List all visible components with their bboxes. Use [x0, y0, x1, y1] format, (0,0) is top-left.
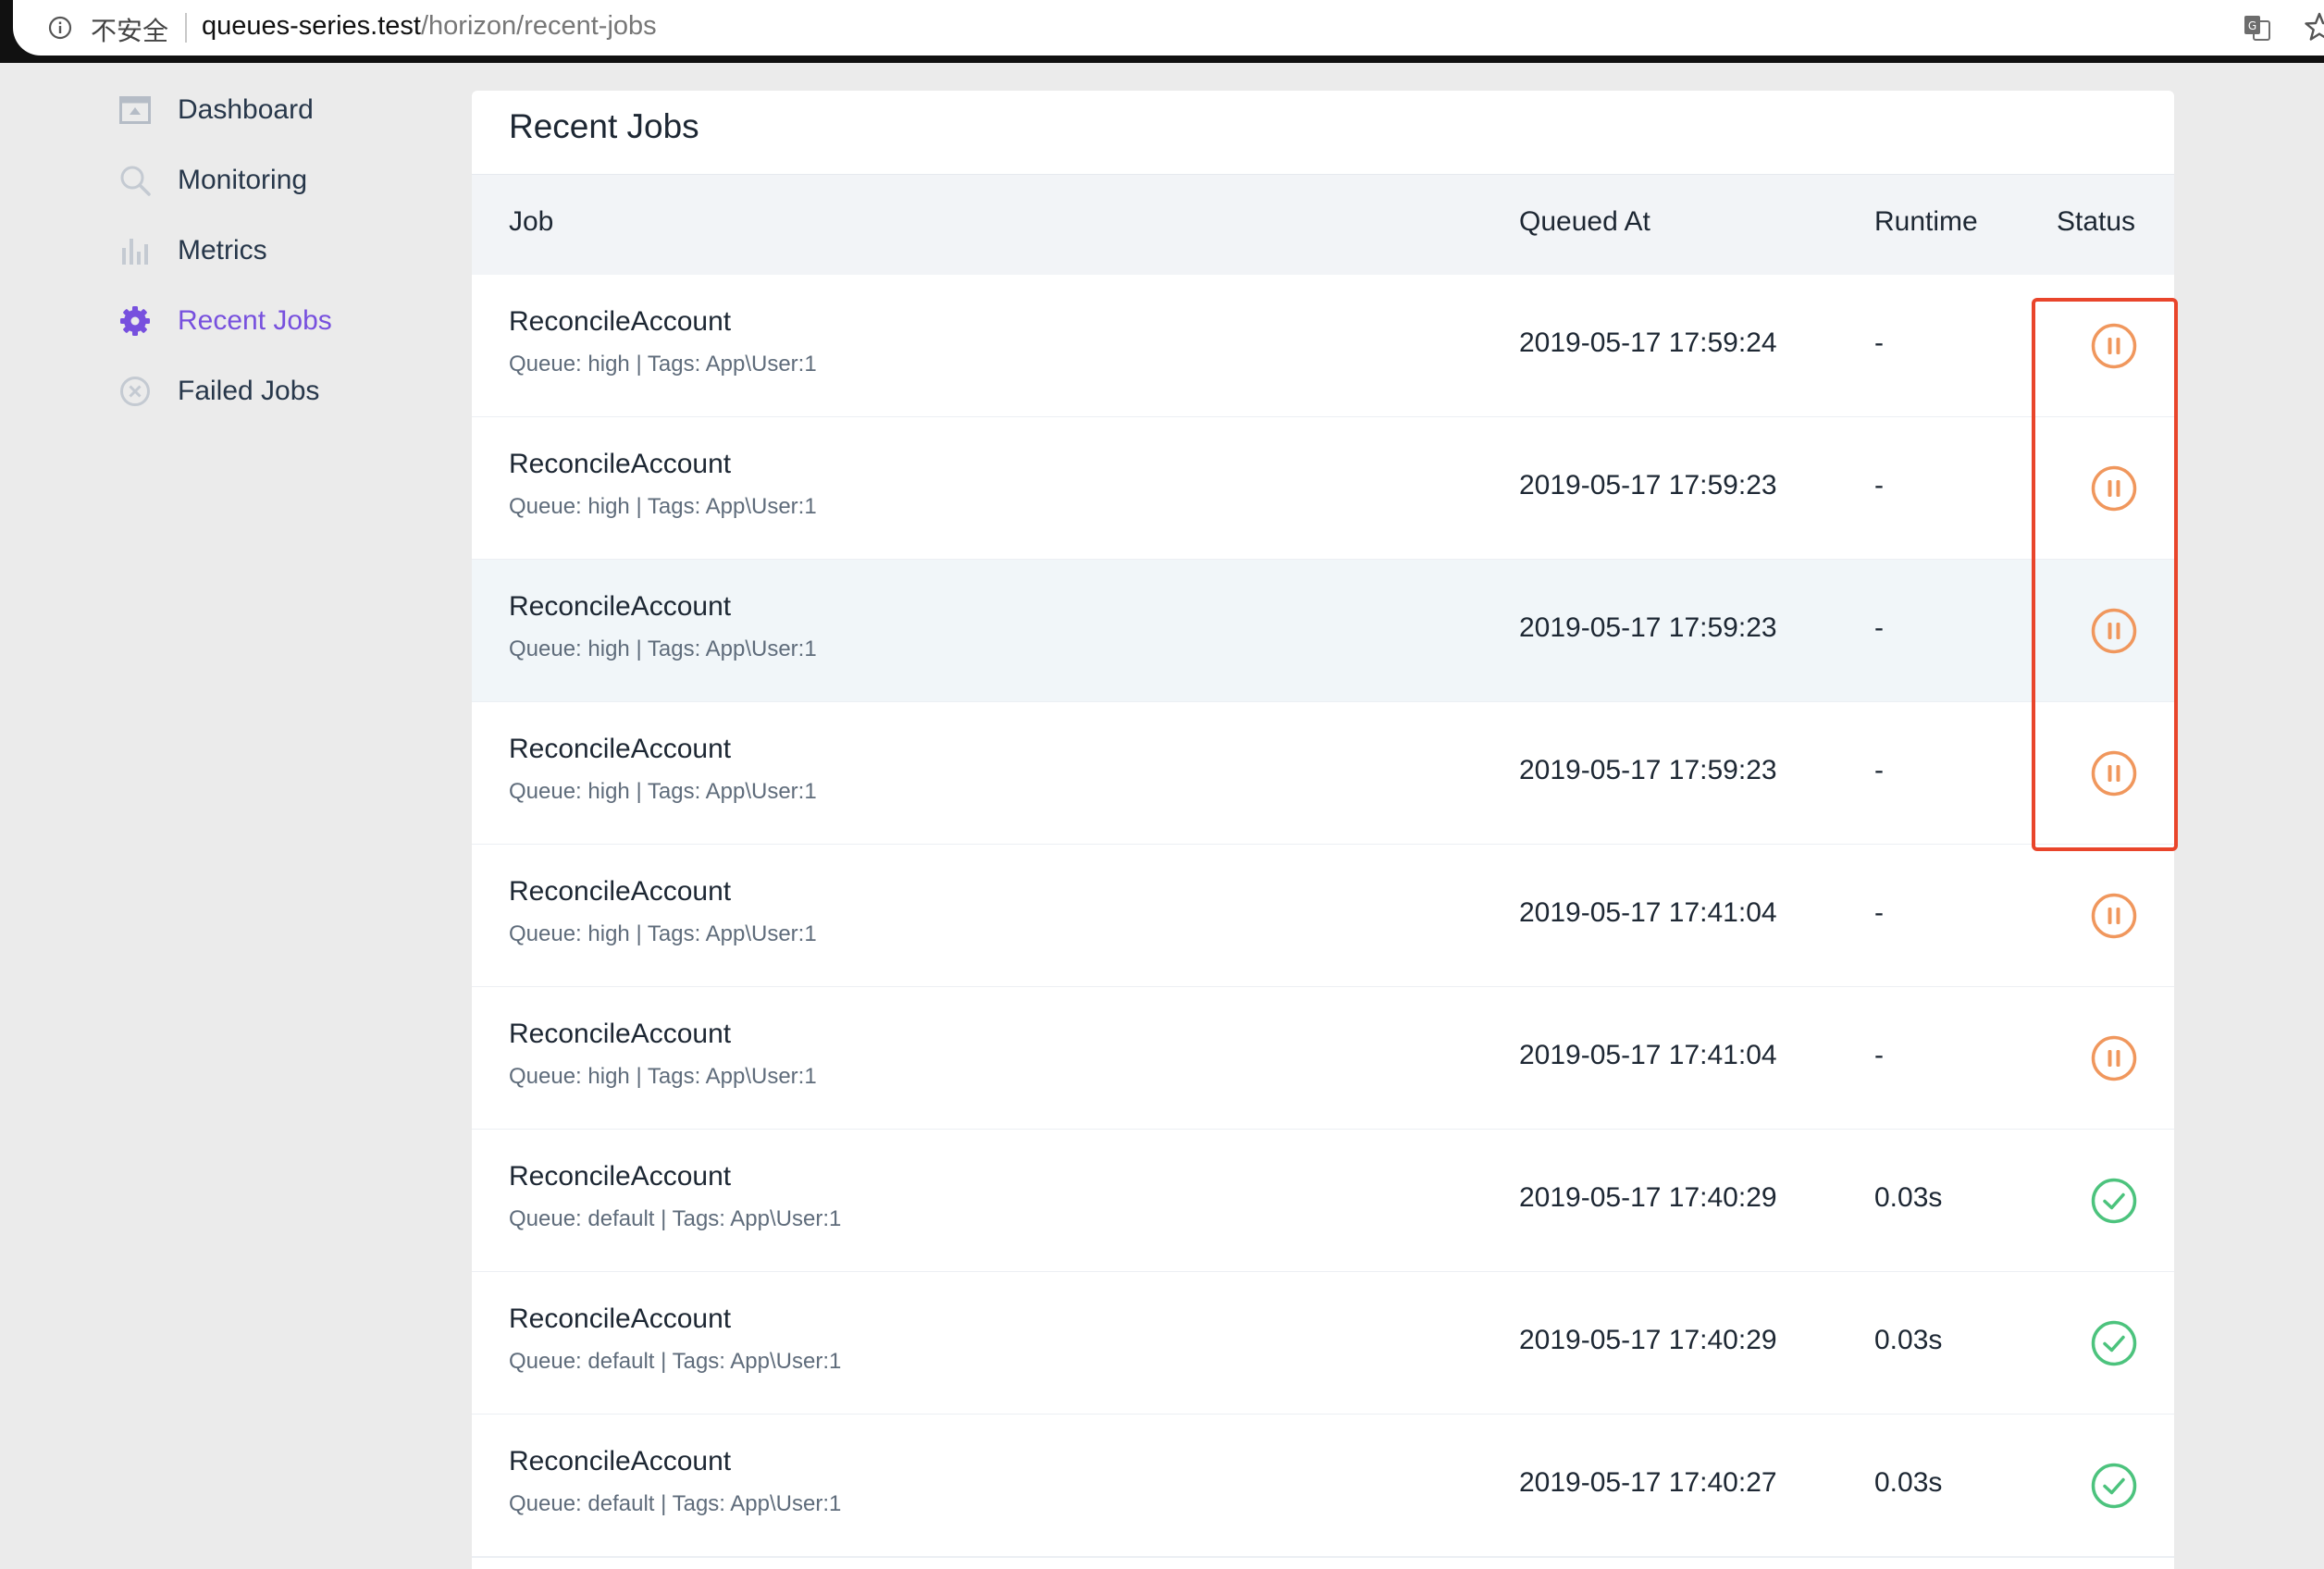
- job-meta: Queue: default | Tags: App\User:1: [509, 1349, 842, 1374]
- pause-circle-icon: [2091, 893, 2137, 939]
- gear-icon: [118, 304, 152, 338]
- sidebar-item-label: Monitoring: [178, 165, 308, 195]
- job-meta: Queue: default | Tags: App\User:1: [509, 1491, 842, 1516]
- queued-at-value: 2019-05-17 17:59:23: [1519, 470, 1777, 500]
- security-label[interactable]: 不安全: [91, 11, 168, 48]
- browser-chrome: 不安全 queues-series.test/horizon/recent-jo…: [0, 0, 2324, 63]
- table-row[interactable]: ReconcileAccount Queue: high | Tags: App\…: [472, 987, 2174, 1130]
- queued-at-value: 2019-05-17 17:41:04: [1519, 897, 1777, 928]
- queued-at-value: 2019-05-17 17:40:29: [1519, 1182, 1777, 1213]
- translate-icon[interactable]: G: [2243, 13, 2272, 43]
- queued-at-value: 2019-05-17 17:40:27: [1519, 1467, 1777, 1498]
- url-host: queues-series.test: [202, 11, 421, 41]
- job-meta: Queue: default | Tags: App\User:1: [509, 1206, 842, 1231]
- column-header-queued-at: Queued At: [1519, 206, 1650, 237]
- queued-at-value: 2019-05-17 17:40:29: [1519, 1325, 1777, 1355]
- sidebar-item-recent-jobs[interactable]: Recent Jobs: [118, 298, 332, 344]
- bookmark-star-icon[interactable]: [2304, 11, 2324, 43]
- table-row[interactable]: ReconcileAccount Queue: high | Tags: App\…: [472, 560, 2174, 703]
- runtime-value: 0.03s: [1874, 1325, 1943, 1355]
- job-meta: Queue: high | Tags: App\User:1: [509, 921, 817, 946]
- table-row[interactable]: ReconcileAccount Queue: default | Tags: A…: [472, 1272, 2174, 1415]
- queued-at-value: 2019-05-17 17:59:23: [1519, 612, 1777, 643]
- table-row[interactable]: ReconcileAccount Queue: high | Tags: App\…: [472, 275, 2174, 418]
- table-row[interactable]: ReconcileAccount Queue: high | Tags: App\…: [472, 845, 2174, 988]
- table-row[interactable]: ReconcileAccount Queue: high | Tags: App\…: [472, 702, 2174, 846]
- search-icon: [118, 164, 152, 197]
- info-icon[interactable]: [48, 16, 72, 40]
- page-title: Recent Jobs: [509, 107, 699, 145]
- runtime-value: -: [1874, 327, 1884, 358]
- table-row[interactable]: ReconcileAccount Queue: default | Tags: A…: [472, 1130, 2174, 1273]
- sidebar-item-label: Recent Jobs: [178, 305, 332, 336]
- job-meta: Queue: high | Tags: App\User:1: [509, 1064, 817, 1089]
- x-circle-icon: [118, 375, 152, 408]
- url-text[interactable]: queues-series.test/horizon/recent-jobs: [202, 11, 657, 42]
- column-header-job: Job: [509, 206, 554, 237]
- job-meta: Queue: high | Tags: App\User:1: [509, 494, 817, 519]
- check-circle-icon: [2091, 1320, 2137, 1366]
- bar-chart-icon: [118, 234, 152, 267]
- job-name-link[interactable]: ReconcileAccount: [509, 1161, 731, 1192]
- job-name-link[interactable]: ReconcileAccount: [509, 449, 731, 480]
- job-name-link[interactable]: ReconcileAccount: [509, 734, 731, 765]
- pause-circle-icon: [2091, 1035, 2137, 1081]
- queued-at-value: 2019-05-17 17:59:24: [1519, 327, 1777, 358]
- svg-text:G: G: [2248, 19, 2256, 32]
- runtime-value: 0.03s: [1874, 1182, 1943, 1213]
- runtime-value: -: [1874, 470, 1884, 500]
- queued-at-value: 2019-05-17 17:59:23: [1519, 755, 1777, 785]
- check-circle-icon: [2091, 1463, 2137, 1509]
- runtime-value: -: [1874, 755, 1884, 785]
- recent-jobs-card: Recent Jobs Job Queued At Runtime Status…: [472, 91, 2174, 1569]
- runtime-value: -: [1874, 1040, 1884, 1070]
- job-name-link[interactable]: ReconcileAccount: [509, 591, 731, 623]
- runtime-value: -: [1874, 897, 1884, 928]
- table-row[interactable]: ReconcileAccount Queue: high | Tags: App\…: [472, 417, 2174, 561]
- job-meta: Queue: high | Tags: App\User:1: [509, 352, 817, 377]
- sidebar-item-monitoring[interactable]: Monitoring: [118, 157, 307, 204]
- sidebar-item-label: Dashboard: [178, 94, 314, 125]
- sidebar-item-dashboard[interactable]: Dashboard: [118, 87, 314, 133]
- runtime-value: -: [1874, 612, 1884, 643]
- job-meta: Queue: high | Tags: App\User:1: [509, 636, 817, 661]
- table-header: Job Queued At Runtime Status: [472, 174, 2174, 276]
- job-name-link[interactable]: ReconcileAccount: [509, 1019, 731, 1050]
- table-row[interactable]: ReconcileAccount Queue: default | Tags: A…: [472, 1415, 2174, 1558]
- dashboard-icon: [118, 93, 152, 127]
- job-name-link[interactable]: ReconcileAccount: [509, 306, 731, 338]
- job-name-link[interactable]: ReconcileAccount: [509, 876, 731, 908]
- url-path: /horizon/recent-jobs: [420, 11, 657, 41]
- url-separator: [185, 13, 187, 43]
- sidebar-item-failed-jobs[interactable]: Failed Jobs: [118, 368, 319, 414]
- annotation-highlight-box: [2032, 298, 2178, 851]
- sidebar-item-metrics[interactable]: Metrics: [118, 228, 267, 274]
- sidebar-item-label: Metrics: [178, 235, 267, 266]
- sidebar-item-label: Failed Jobs: [178, 376, 320, 406]
- queued-at-value: 2019-05-17 17:41:04: [1519, 1040, 1777, 1070]
- runtime-value: 0.03s: [1874, 1467, 1943, 1498]
- job-name-link[interactable]: ReconcileAccount: [509, 1303, 731, 1335]
- column-header-runtime: Runtime: [1874, 206, 1978, 237]
- column-header-status: Status: [2057, 206, 2136, 237]
- job-name-link[interactable]: ReconcileAccount: [509, 1446, 731, 1477]
- check-circle-icon: [2091, 1178, 2137, 1224]
- address-bar[interactable]: 不安全 queues-series.test/horizon/recent-jo…: [13, 0, 2324, 56]
- job-meta: Queue: high | Tags: App\User:1: [509, 779, 817, 804]
